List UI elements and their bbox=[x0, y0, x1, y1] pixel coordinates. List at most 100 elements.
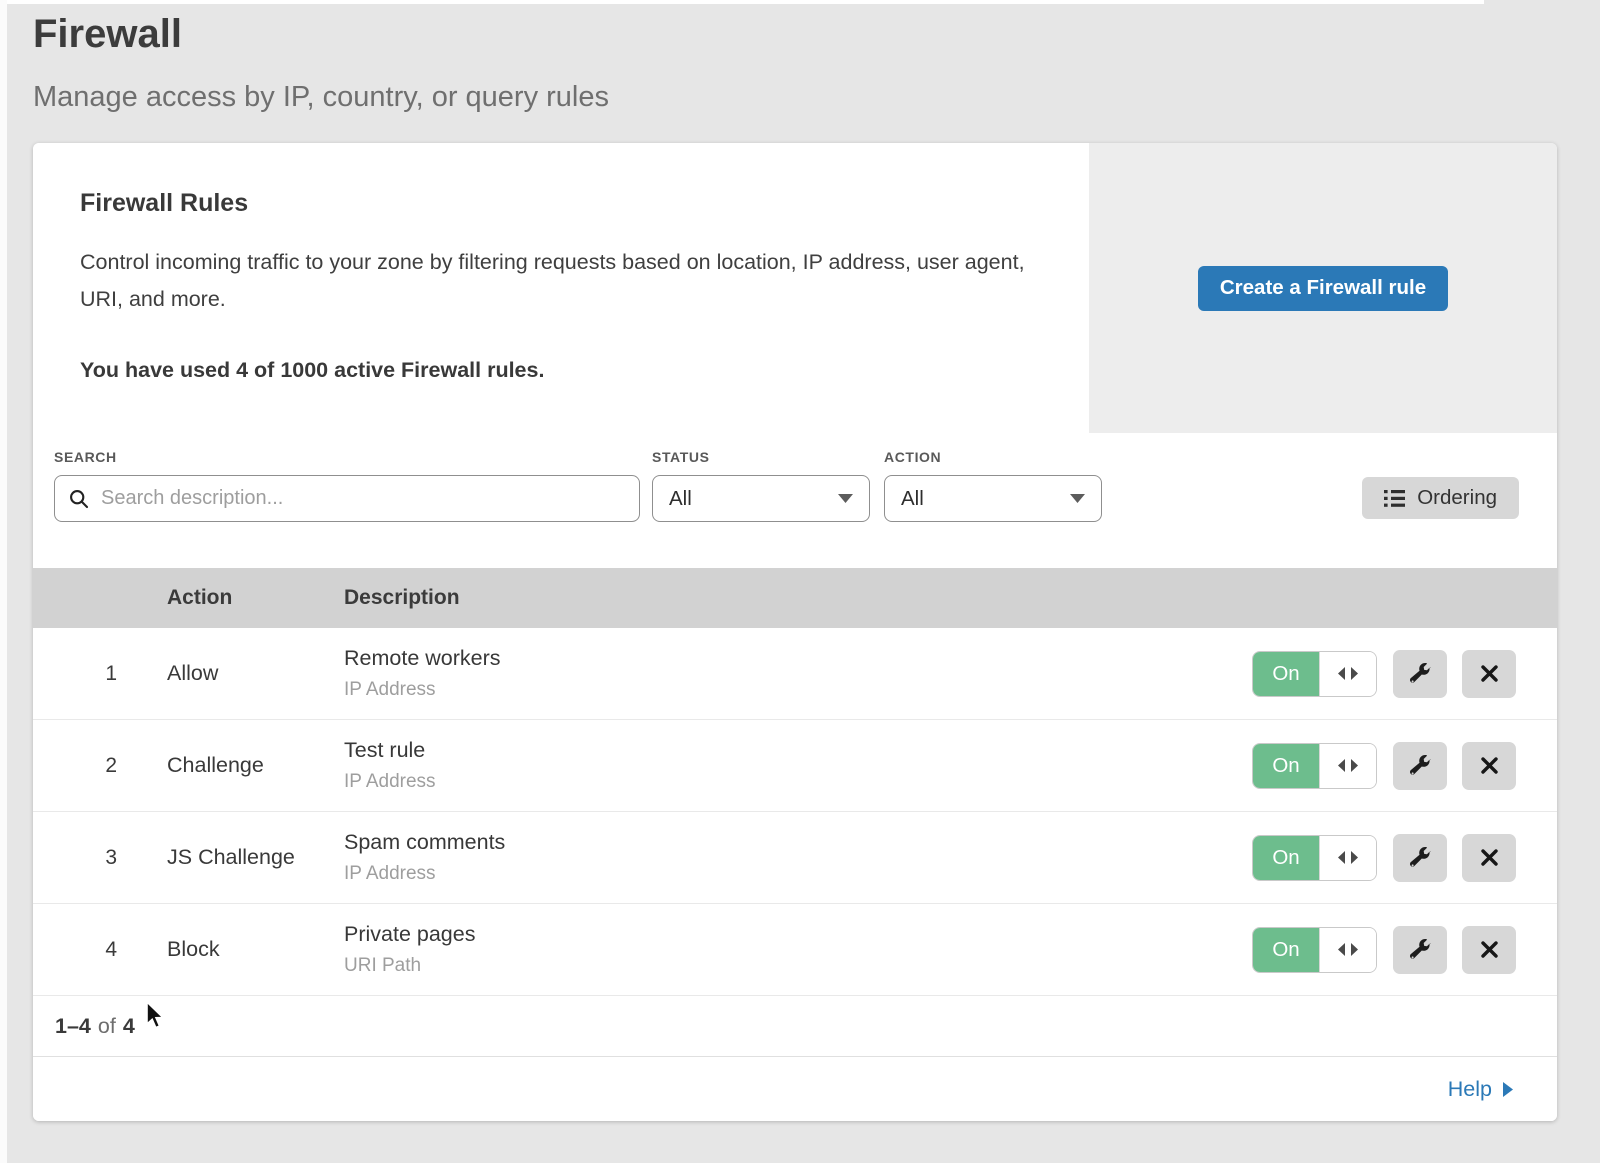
edit-rule-button[interactable] bbox=[1393, 834, 1447, 882]
pagination-total: 4 bbox=[123, 1014, 135, 1039]
column-header-action: Action bbox=[167, 586, 344, 610]
rule-description-cell: Spam comments IP Address bbox=[344, 830, 1252, 885]
status-selected-value: All bbox=[669, 487, 692, 511]
ordering-button[interactable]: Ordering bbox=[1362, 477, 1519, 519]
search-filter: SEARCH bbox=[54, 449, 640, 522]
delete-rule-button[interactable] bbox=[1462, 650, 1516, 698]
toggle-arrows-icon bbox=[1319, 652, 1376, 696]
rule-description-cell: Test rule IP Address bbox=[344, 738, 1252, 793]
rule-controls: On bbox=[1252, 834, 1516, 882]
rule-action: Block bbox=[167, 937, 344, 962]
close-icon bbox=[1481, 849, 1498, 866]
search-icon bbox=[69, 489, 89, 509]
pagination-range: 1–4 bbox=[55, 1014, 91, 1039]
rule-description-cell: Remote workers IP Address bbox=[344, 646, 1252, 701]
rule-controls: On bbox=[1252, 650, 1516, 698]
firewall-rules-card: Firewall Rules Control incoming traffic … bbox=[33, 143, 1089, 433]
rule-description: Test rule bbox=[344, 738, 1252, 763]
table-row: 3 JS Challenge Spam comments IP Address … bbox=[33, 812, 1557, 904]
chevron-right-icon bbox=[1503, 1082, 1513, 1097]
rule-action: Allow bbox=[167, 661, 344, 686]
search-input-wrapper bbox=[54, 475, 640, 522]
rule-enabled-toggle[interactable]: On bbox=[1252, 835, 1377, 881]
rule-enabled-toggle[interactable]: On bbox=[1252, 743, 1377, 789]
chevron-down-icon bbox=[838, 494, 853, 503]
wrench-icon bbox=[1410, 663, 1431, 684]
rule-action: JS Challenge bbox=[167, 845, 344, 870]
edit-rule-button[interactable] bbox=[1393, 926, 1447, 974]
toggle-arrows-icon bbox=[1319, 836, 1376, 880]
action-select[interactable]: All bbox=[884, 475, 1102, 522]
status-label: STATUS bbox=[652, 449, 870, 465]
card-description: Control incoming traffic to your zone by… bbox=[80, 244, 1029, 318]
rule-description-cell: Private pages URI Path bbox=[344, 922, 1252, 977]
rule-priority: 2 bbox=[33, 754, 117, 778]
table-row: 4 Block Private pages URI Path On bbox=[33, 904, 1557, 996]
action-filter: ACTION All bbox=[884, 449, 1102, 522]
search-input[interactable] bbox=[99, 486, 625, 511]
window-edge-top bbox=[0, 0, 1484, 4]
delete-rule-button[interactable] bbox=[1462, 742, 1516, 790]
rule-priority: 4 bbox=[33, 938, 117, 962]
edit-rule-button[interactable] bbox=[1393, 742, 1447, 790]
column-header-description: Description bbox=[344, 586, 460, 610]
toggle-on-label: On bbox=[1253, 652, 1319, 696]
close-icon bbox=[1481, 665, 1498, 682]
pagination-status: 1–4 of 4 bbox=[33, 996, 1557, 1057]
delete-rule-button[interactable] bbox=[1462, 926, 1516, 974]
rule-priority: 1 bbox=[33, 662, 117, 686]
pagination-of: of bbox=[98, 1014, 116, 1039]
mouse-cursor bbox=[145, 1001, 169, 1036]
search-label: SEARCH bbox=[54, 449, 640, 465]
rule-enabled-toggle[interactable]: On bbox=[1252, 651, 1377, 697]
toggle-on-label: On bbox=[1253, 928, 1319, 972]
firewall-panel: Firewall Rules Control incoming traffic … bbox=[33, 143, 1557, 1121]
table-row: 2 Challenge Test rule IP Address On bbox=[33, 720, 1557, 812]
delete-rule-button[interactable] bbox=[1462, 834, 1516, 882]
status-filter: STATUS All bbox=[652, 449, 870, 522]
rule-description: Private pages bbox=[344, 922, 1252, 947]
rule-action: Challenge bbox=[167, 753, 344, 778]
page-title: Firewall bbox=[33, 12, 609, 57]
rule-description: Remote workers bbox=[344, 646, 1252, 671]
wrench-icon bbox=[1410, 755, 1431, 776]
help-link[interactable]: Help bbox=[1448, 1077, 1513, 1102]
list-icon bbox=[1384, 490, 1405, 507]
ordering-button-label: Ordering bbox=[1417, 486, 1497, 510]
rule-match-type: IP Address bbox=[344, 863, 1252, 885]
table-header: Action Description bbox=[33, 568, 1557, 628]
action-selected-value: All bbox=[901, 487, 924, 511]
toggle-arrows-icon bbox=[1319, 928, 1376, 972]
create-firewall-rule-button[interactable]: Create a Firewall rule bbox=[1198, 266, 1448, 311]
create-rule-panel: Create a Firewall rule bbox=[1089, 143, 1557, 433]
close-icon bbox=[1481, 757, 1498, 774]
page-header: Firewall Manage access by IP, country, o… bbox=[33, 12, 609, 114]
rule-description: Spam comments bbox=[344, 830, 1252, 855]
filters-bar: SEARCH STATUS All ACTION All bbox=[33, 433, 1557, 568]
close-icon bbox=[1481, 941, 1498, 958]
rule-match-type: URI Path bbox=[344, 955, 1252, 977]
rule-controls: On bbox=[1252, 926, 1516, 974]
toggle-arrows-icon bbox=[1319, 744, 1376, 788]
page-subtitle: Manage access by IP, country, or query r… bbox=[33, 81, 609, 114]
rule-match-type: IP Address bbox=[344, 771, 1252, 793]
chevron-down-icon bbox=[1070, 494, 1085, 503]
rule-priority: 3 bbox=[33, 846, 117, 870]
rule-match-type: IP Address bbox=[344, 679, 1252, 701]
status-select[interactable]: All bbox=[652, 475, 870, 522]
card-heading: Firewall Rules bbox=[80, 189, 1029, 218]
wrench-icon bbox=[1410, 847, 1431, 868]
toggle-on-label: On bbox=[1253, 836, 1319, 880]
window-edge-left bbox=[0, 0, 7, 1163]
rule-enabled-toggle[interactable]: On bbox=[1252, 927, 1377, 973]
help-link-label: Help bbox=[1448, 1077, 1492, 1102]
rules-usage-text: You have used 4 of 1000 active Firewall … bbox=[80, 358, 1029, 383]
action-label: ACTION bbox=[884, 449, 1102, 465]
wrench-icon bbox=[1410, 939, 1431, 960]
help-footer: Help bbox=[33, 1057, 1557, 1121]
table-row: 1 Allow Remote workers IP Address On bbox=[33, 628, 1557, 720]
rule-controls: On bbox=[1252, 742, 1516, 790]
firewall-rules-intro: Firewall Rules Control incoming traffic … bbox=[33, 143, 1557, 433]
edit-rule-button[interactable] bbox=[1393, 650, 1447, 698]
toggle-on-label: On bbox=[1253, 744, 1319, 788]
